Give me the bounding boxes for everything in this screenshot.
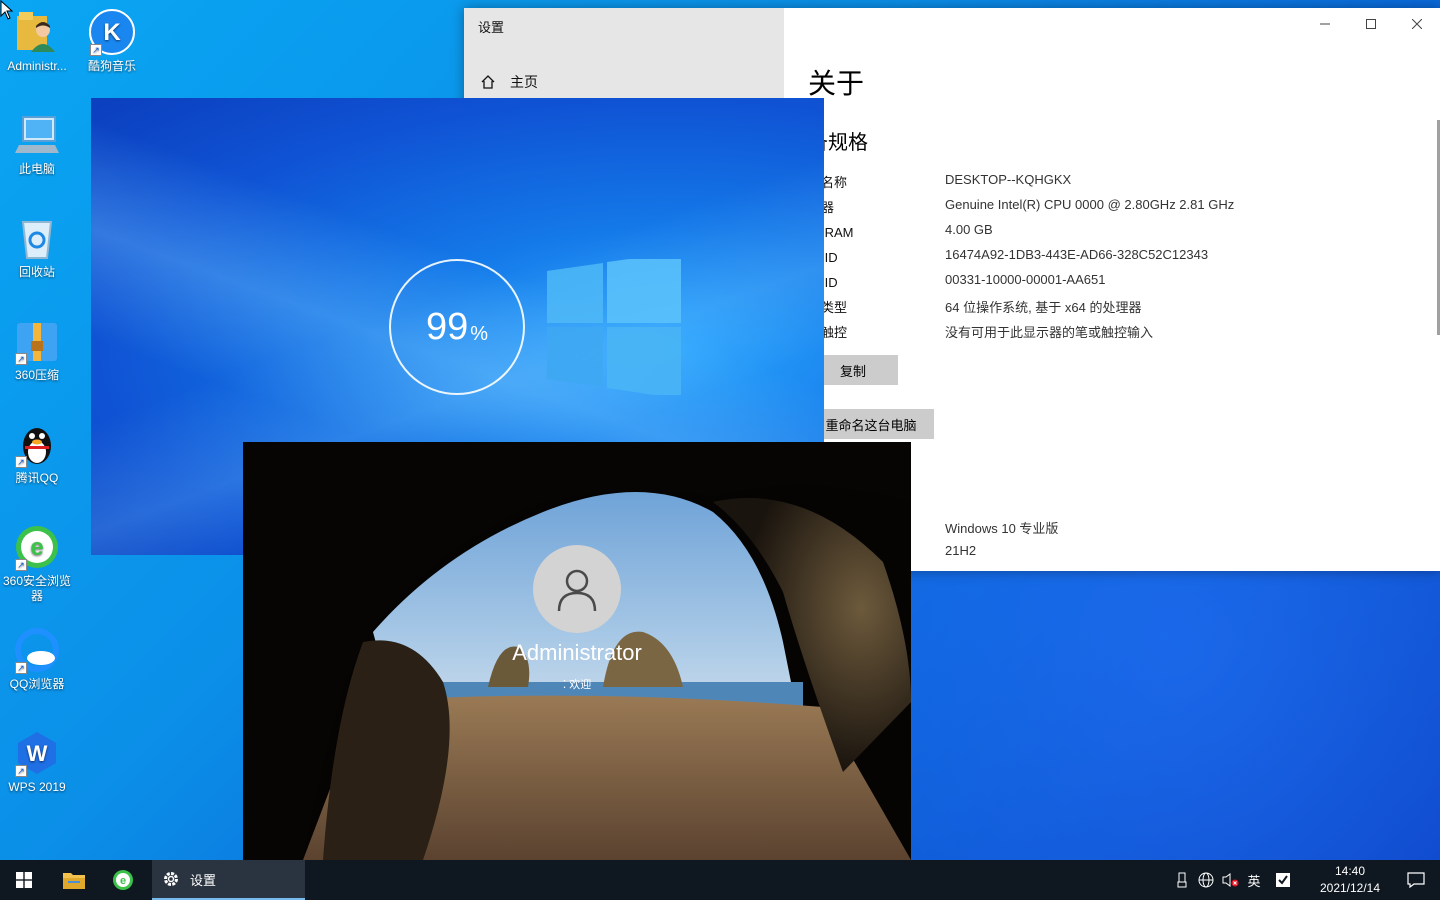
spec-row: 带 RAM 4.00 GB [808,222,1428,242]
shortcut-arrow-icon: ↗ [90,44,102,56]
lock-status: ⁚ 欢迎 [243,676,911,692]
taskbar-settings-app[interactable]: 设置 [152,860,305,900]
spec-value: 64 位操作系统, 基于 x64 的处理器 [945,300,1142,315]
desktop-icon-label: WPS 2019 [8,780,66,794]
lock-status-text: 欢迎 [569,679,592,691]
archive-icon: ↗ [13,317,61,365]
spec-row: 备 ID 16474A92-1DB3-443E-AD66-328C52C1234… [808,247,1428,267]
desktop-icon-label: Administr... [7,59,67,73]
windows-start-icon [16,872,32,888]
shortcut-arrow-icon: ↗ [15,353,27,365]
taskbar-clock[interactable]: 14:40 2021/12/14 [1308,863,1392,897]
svg-text:K: K [103,19,121,46]
desktop-icon-label: 360压缩 [14,368,60,382]
recycle-bin-icon [13,214,61,262]
taskbar: e 设置 英 14:40 2021/12/14 [0,860,1440,900]
windows-logo-icon [547,259,681,395]
desktop-icon-recycle-bin[interactable]: 回收站 [0,214,74,280]
spec-value: 16474A92-1DB3-443E-AD66-328C52C12343 [945,247,1209,262]
window-title: 设置 [478,20,505,35]
progress-ring: 99 % [389,259,525,395]
spec-value: 00331-10000-00001-AA651 [945,272,1106,287]
spec-value: Genuine Intel(R) CPU 0000 @ 2.80GHz 2.81… [945,197,1235,212]
progress-unit: % [470,322,489,345]
desktop-icon-360zip[interactable]: ↗ 360压缩 [0,317,74,383]
tray-security[interactable] [1266,860,1300,900]
lock-user-name: Administrator [512,640,642,665]
wps-icon: W ↗ [13,729,61,777]
folder-icon [63,873,85,889]
spec-row: 备名称 DESKTOP--KQHGKX [808,172,1428,192]
home-icon [481,75,495,89]
tray-volume[interactable] [1218,860,1242,900]
avatar [533,545,621,633]
clock-time: 14:40 [1334,864,1366,878]
kugou-music-icon: K ↗ [88,8,136,56]
desktop-icon-label: 回收站 [18,265,55,279]
shortcut-arrow-icon: ↗ [15,559,27,571]
checkbox-checked-icon [1276,873,1290,887]
system-tray: 英 14:40 2021/12/14 [1170,860,1440,900]
shortcut-arrow-icon: ↗ [15,662,27,674]
qq-browser-icon: ↗ [13,626,61,674]
computer-icon [13,111,61,159]
volume-muted-icon [1222,873,1239,887]
globe-icon [1198,872,1214,888]
spec-row: 品 ID 00331-10000-00001-AA651 [808,272,1428,292]
spec-value: 4.00 GB [945,222,993,237]
tray-ime[interactable]: 英 [1242,860,1266,900]
action-center-button[interactable] [1392,860,1440,900]
spec-row: 理器 Genuine Intel(R) CPU 0000 @ 2.80GHz 2… [808,197,1428,217]
nav-home-label: 主页 [510,74,538,90]
spec-value: Windows 10 专业版 [945,521,1059,536]
mouse-cursor-icon [0,0,14,20]
spec-row: 统类型 64 位操作系统, 基于 x64 的处理器 [808,297,1428,317]
spec-row: 和触控 没有可用于此显示器的笔或触控输入 [808,322,1428,342]
user-icon [557,569,597,612]
progress-value: 99 [425,305,469,348]
usb-icon [1177,872,1187,888]
start-button[interactable] [0,860,48,900]
desktop-icon-label: QQ浏览器 [9,677,65,691]
desktop-icon-360browser[interactable]: e ↗ 360安全浏览器 [0,523,74,604]
browser-360-icon: e ↗ [13,523,61,571]
svg-text:W: W [27,741,48,766]
desktop-icon-this-pc[interactable]: 此电脑 [0,111,74,177]
nav-item-home[interactable]: 主页 [480,72,538,92]
svg-text:e: e [120,875,126,887]
desktop-icon-qq[interactable]: ↗ 腾讯QQ [0,420,74,486]
desktop-icon-label: 360安全浏览器 [2,574,72,603]
spec-value: DESKTOP--KQHGKX [945,172,1072,187]
qq-penguin-icon: ↗ [13,420,61,468]
tray-network[interactable] [1194,860,1218,900]
taskbar-360-browser[interactable]: e [100,860,146,900]
spec-value: 21H2 [945,543,977,558]
shortcut-arrow-icon: ↗ [15,765,27,777]
page-title: 关于 [808,68,865,99]
shortcut-arrow-icon: ↗ [15,456,27,468]
desktop-icon-wps[interactable]: W ↗ WPS 2019 [0,729,74,795]
taskbar-file-explorer[interactable] [48,860,100,900]
tray-usb[interactable] [1170,860,1194,900]
notification-icon [1407,872,1425,888]
lock-screen-window: Administrator ⁚ 欢迎 [243,442,911,860]
desktop-icon-qqbrowser[interactable]: ↗ QQ浏览器 [0,626,74,692]
desktop-icon-label: 此电脑 [18,162,55,176]
spec-value: 没有可用于此显示器的笔或触控输入 [945,325,1154,340]
taskbar-settings-label: 设置 [190,872,217,888]
user-folder-icon [13,8,61,56]
desktop-icon-kugou[interactable]: K ↗ 酷狗音乐 [75,8,149,74]
browser-360-icon: e [113,870,133,890]
clock-date: 2021/12/14 [1319,881,1381,895]
rename-pc-button[interactable]: 重命名这台电脑 [808,409,934,439]
svg-text:e: e [30,534,43,561]
desktop-icon-label: 酷狗音乐 [87,59,136,73]
gear-icon [164,872,178,886]
desktop-icon-label: 腾讯QQ [15,471,59,485]
